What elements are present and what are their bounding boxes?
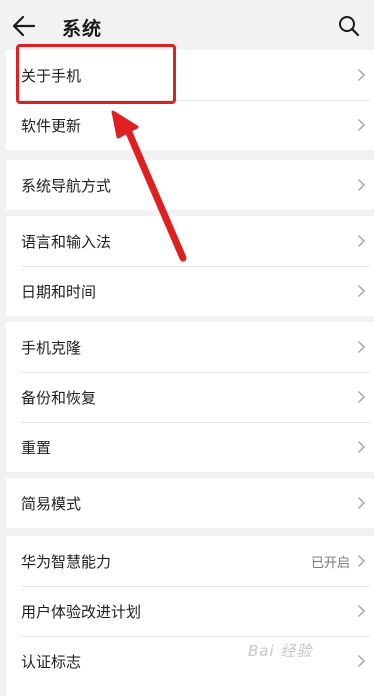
chevron-right-icon	[357, 440, 366, 454]
chevron-right-icon	[357, 554, 366, 568]
settings-group-backup: 手机克隆 备份和恢复 重置	[6, 322, 374, 472]
settings-item-huawei-ai[interactable]: 华为智慧能力 已开启	[6, 536, 374, 586]
chevron-right-icon	[357, 390, 366, 404]
settings-item-about-phone[interactable]: 关于手机	[6, 50, 374, 100]
settings-item-label: 备份和恢复	[21, 388, 97, 407]
top-app-bar: 系统	[0, 0, 374, 52]
settings-item-phone-clone[interactable]: 手机克隆	[6, 322, 374, 372]
settings-item-user-experience[interactable]: 用户体验改进计划	[6, 586, 374, 636]
search-icon	[339, 16, 360, 37]
chevron-right-icon	[357, 604, 366, 618]
settings-group-simple-mode: 简易模式	[6, 478, 374, 528]
settings-item-label: 关于手机	[21, 66, 82, 85]
settings-item-label: 用户体验改进计划	[21, 602, 142, 621]
back-button[interactable]	[10, 12, 38, 40]
settings-item-label: 语言和输入法	[21, 232, 112, 251]
chevron-right-icon	[357, 68, 366, 82]
settings-item-label: 软件更新	[21, 116, 82, 135]
page-title: 系统	[62, 18, 103, 40]
chevron-right-icon	[357, 234, 366, 248]
settings-item-label: 华为智慧能力	[21, 552, 112, 571]
settings-item-software-update[interactable]: 软件更新	[6, 100, 374, 150]
settings-item-label: 日期和时间	[21, 282, 97, 301]
arrow-left-icon	[12, 15, 36, 37]
watermark-text: Bai 经验	[248, 642, 313, 660]
settings-item-language-input[interactable]: 语言和输入法	[6, 216, 374, 266]
settings-item-label: 重置	[21, 438, 52, 457]
settings-item-reset[interactable]: 重置	[6, 422, 374, 472]
search-button[interactable]	[336, 13, 362, 39]
settings-item-label: 手机克隆	[21, 338, 82, 357]
chevron-right-icon	[357, 284, 366, 298]
settings-group-navigation: 系统导航方式	[6, 160, 374, 210]
settings-item-date-time[interactable]: 日期和时间	[6, 266, 374, 316]
settings-group-language: 语言和输入法 日期和时间	[6, 216, 374, 316]
settings-item-label: 认证标志	[21, 652, 82, 671]
status-value: 已开启	[310, 555, 350, 571]
settings-group-other: 华为智慧能力 已开启 用户体验改进计划 认证标志	[6, 536, 374, 696]
settings-group-device: 关于手机 软件更新	[6, 50, 374, 150]
settings-item-certification[interactable]: 认证标志	[6, 636, 374, 686]
settings-item-label: 简易模式	[21, 494, 82, 513]
chevron-right-icon	[357, 178, 366, 192]
chevron-right-icon	[357, 340, 366, 354]
settings-screen: 系统 关于手机 软件更新 系统导航方式 语言和输入法 日期和时间 手机克隆 备份…	[0, 0, 374, 696]
chevron-right-icon	[357, 496, 366, 510]
chevron-right-icon	[357, 118, 366, 132]
settings-item-backup-restore[interactable]: 备份和恢复	[6, 372, 374, 422]
settings-item-label: 系统导航方式	[21, 176, 112, 195]
settings-item-system-navigation[interactable]: 系统导航方式	[6, 160, 374, 210]
chevron-right-icon	[357, 654, 366, 668]
settings-item-simple-mode[interactable]: 简易模式	[6, 478, 374, 528]
